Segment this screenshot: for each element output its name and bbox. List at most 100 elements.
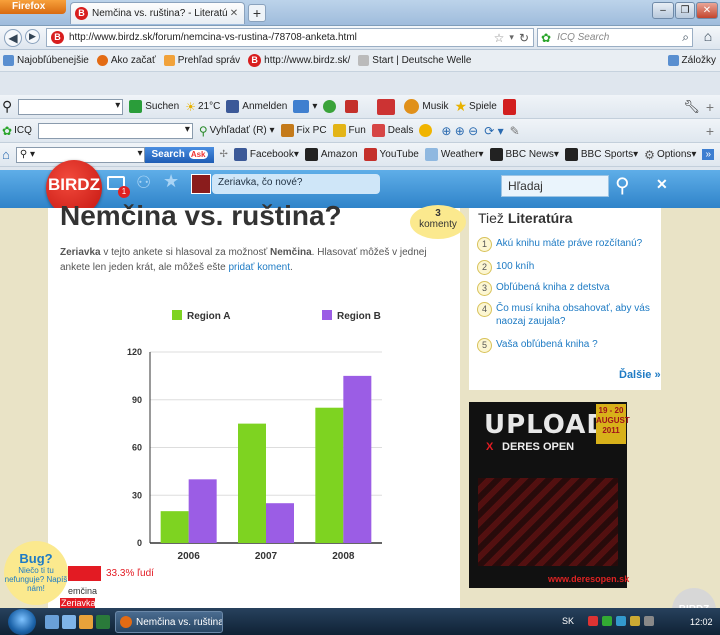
bookmarks-menu[interactable]: Záložky xyxy=(667,55,716,66)
ad-graphic xyxy=(478,478,618,566)
facebook-icon xyxy=(233,148,247,161)
zoom-icon[interactable]: ⊕ ⊕ ⊖ xyxy=(441,124,478,138)
tray-icon[interactable] xyxy=(588,616,598,626)
intro-user[interactable]: Zeriavka xyxy=(60,247,101,258)
close-window-button[interactable]: ✕ xyxy=(696,2,718,19)
bookmark-item[interactable]: Najobľúbenejšie xyxy=(3,55,89,66)
close-icon[interactable]: ✕ xyxy=(656,176,668,193)
language-indicator[interactable]: SK xyxy=(562,616,574,626)
y-tick-label: 30 xyxy=(132,490,142,500)
maximize-button[interactable]: ❐ xyxy=(675,2,695,19)
tray-icon[interactable] xyxy=(602,616,612,626)
related-item[interactable]: 3 Obľúbená kniha z detstva xyxy=(477,281,657,296)
browser-tab[interactable]: B Nemčina vs. ruština? - Literatúra - Fó… xyxy=(70,2,245,24)
smiley-icon[interactable] xyxy=(419,124,435,137)
move-icon[interactable]: ✢ xyxy=(220,149,228,160)
spiele-button[interactable]: ★ Spiele xyxy=(454,98,496,115)
add-comment-link[interactable]: pridať koment xyxy=(228,262,290,273)
bbc-news-button[interactable]: BBC News ▾ xyxy=(489,148,559,161)
app-icon[interactable] xyxy=(96,615,110,629)
weather-button[interactable]: ☀ 21°C xyxy=(185,100,220,114)
comments-badge[interactable]: 3 komenty xyxy=(410,205,466,239)
suchen-button[interactable]: Suchen xyxy=(129,100,179,113)
search-icon[interactable]: ⚲ xyxy=(615,173,630,198)
facebook-button[interactable]: Facebook ▾ xyxy=(233,148,299,161)
poll-result-bar xyxy=(68,566,101,581)
bbc-sports-button[interactable]: BBC Sports ▾ xyxy=(564,148,638,161)
dropdown-arrow-icon[interactable]: ▾ xyxy=(509,32,514,43)
bug-title: Bug? xyxy=(19,551,53,566)
bar xyxy=(343,375,372,543)
fixpc-button[interactable]: Fix PC xyxy=(280,124,327,137)
explorer-icon[interactable] xyxy=(62,615,76,629)
bookmark-item[interactable]: Bhttp://www.birdz.sk/ xyxy=(248,54,350,67)
friends-icon[interactable]: ⚇ xyxy=(136,173,151,193)
search-icon[interactable]: ⚲ xyxy=(2,98,12,115)
vyhladat-button[interactable]: ⚲ Vyhľadať (R) ▾ xyxy=(199,124,275,138)
bookmark-item[interactable]: Start | Deutsche Welle xyxy=(358,55,471,66)
calendar-icon[interactable] xyxy=(377,98,398,115)
related-item[interactable]: 1 Akú knihu máte práve rozčítanú? xyxy=(477,237,657,252)
ad-subheadline: DERES OPEN xyxy=(502,441,575,453)
site-search-input[interactable]: Hľadaj xyxy=(501,175,609,197)
related-item[interactable]: 4 Čo musí kniha obsahovať, aby vás naozaj… xyxy=(477,302,657,328)
ad-x: X xyxy=(486,441,494,453)
icq-flower-icon[interactable]: ✿ xyxy=(541,31,551,45)
poll-option[interactable]: emčina xyxy=(68,586,97,596)
tray-icon[interactable] xyxy=(616,616,626,626)
home-icon[interactable]: ⌂ xyxy=(2,147,10,162)
icq-button[interactable]: ✿ ICQ xyxy=(2,124,32,138)
fun-button[interactable]: Fun xyxy=(332,124,366,137)
add-toolbar-icon[interactable]: + xyxy=(706,99,714,115)
share-icon[interactable]: ⟳ ▾ xyxy=(484,124,503,138)
mail-icon[interactable]: ▾ xyxy=(293,100,317,113)
weather-button[interactable]: Weather ▾ xyxy=(424,148,484,161)
birdz-favicon-icon: B xyxy=(75,7,88,20)
taskbar-firefox-button[interactable]: Nemčina vs. ruština... xyxy=(115,611,223,633)
add-toolbar-icon[interactable]: + xyxy=(706,123,714,139)
bug-report-bubble[interactable]: Bug? Niečo ti tu nefunguje? Napíš nám! xyxy=(4,541,68,605)
bookmark-item[interactable]: Ako začať xyxy=(96,55,156,66)
anmelden-button[interactable]: Anmelden xyxy=(226,100,287,113)
more-link[interactable]: Ďalšie » xyxy=(619,369,661,381)
start-button[interactable] xyxy=(8,609,36,635)
youtube-icon[interactable] xyxy=(345,100,361,113)
reload-icon[interactable]: ↻ xyxy=(519,31,529,45)
search-combo[interactable] xyxy=(18,98,124,115)
more-toolbar-icon[interactable]: » xyxy=(702,149,714,160)
utorrent-icon[interactable] xyxy=(323,100,339,113)
show-desktop-icon[interactable] xyxy=(45,615,59,629)
close-tab-icon[interactable]: ✕ xyxy=(228,8,240,20)
new-tab-button[interactable]: + xyxy=(248,4,266,22)
favorites-star-icon[interactable]: ★ xyxy=(163,171,179,192)
forward-button[interactable]: ▶ xyxy=(25,29,40,44)
search-icon[interactable]: ⌕ xyxy=(682,30,689,45)
firefox-menu-button[interactable]: Firefox xyxy=(0,0,66,14)
status-input[interactable]: Zeriavka, čo nové? xyxy=(212,174,380,194)
musik-button[interactable]: Musik xyxy=(404,99,448,114)
tray-icon[interactable] xyxy=(630,616,640,626)
ask-search-button[interactable]: Search Ask xyxy=(145,146,214,163)
icq-search-combo[interactable] xyxy=(37,122,193,139)
pencil-icon[interactable]: ✎ xyxy=(510,124,520,138)
related-item[interactable]: 2 100 kníh xyxy=(477,260,657,275)
avatar[interactable] xyxy=(191,174,211,194)
related-item[interactable]: 5 Vaša obľúbená kniha ? xyxy=(477,338,657,353)
games-icon[interactable] xyxy=(502,98,519,115)
amazon-button[interactable]: Amazon xyxy=(304,148,358,161)
bookmark-star-icon[interactable]: ☆ xyxy=(494,31,505,45)
media-icon[interactable] xyxy=(79,615,93,629)
youtube-button[interactable]: YouTube xyxy=(363,148,419,161)
tray-icon[interactable] xyxy=(644,616,654,626)
search-bar[interactable]: ✿ ICQ Search ⌕ xyxy=(537,28,693,47)
amazon-icon xyxy=(304,148,318,161)
options-button[interactable]: ⚙ Options ▾ xyxy=(644,148,696,162)
minimize-button[interactable]: – xyxy=(652,2,674,19)
url-bar[interactable]: B http://www.birdz.sk/forum/nemcina-vs-r… xyxy=(46,28,534,47)
back-button[interactable]: ◀ xyxy=(4,29,22,47)
birdz-icon: B xyxy=(248,54,262,67)
deals-button[interactable]: Deals xyxy=(371,124,413,137)
wrench-icon[interactable]: 🔧︎ xyxy=(683,99,700,115)
home-icon[interactable]: ⌂ xyxy=(699,28,717,46)
bookmark-item[interactable]: Prehľad správ xyxy=(163,55,240,66)
